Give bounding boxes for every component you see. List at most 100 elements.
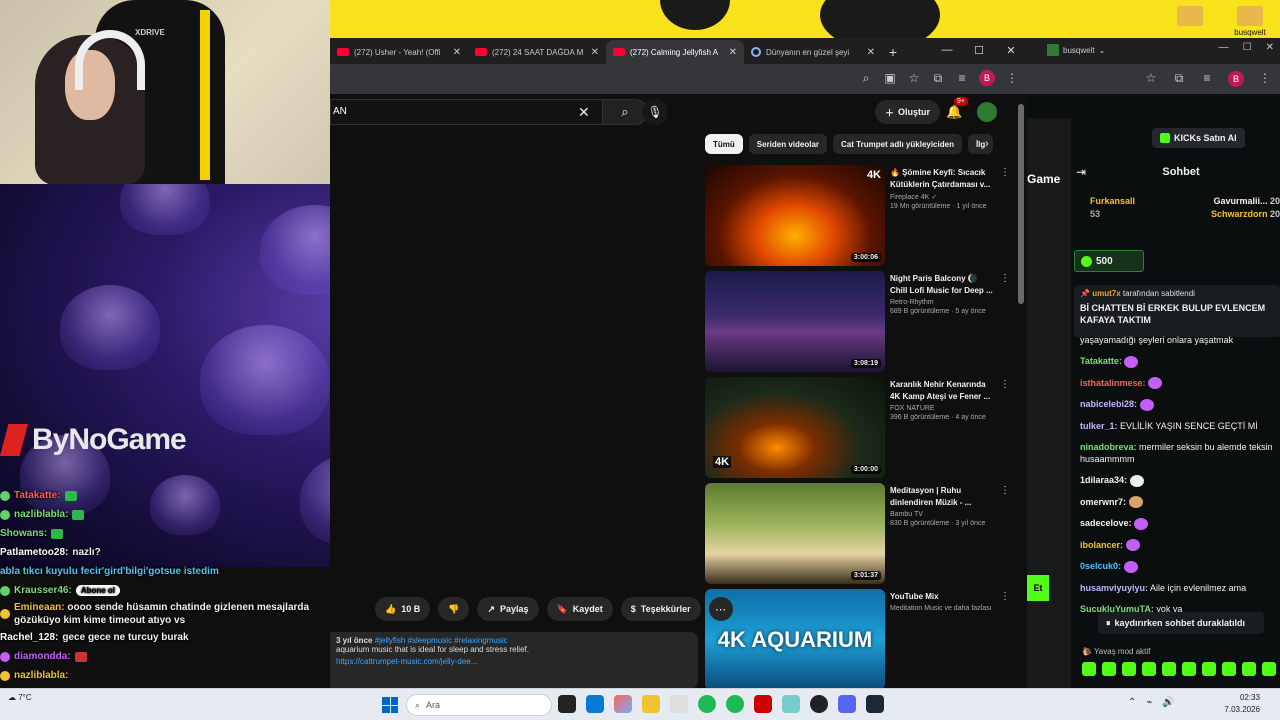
minimize-icon[interactable]: — (1219, 42, 1229, 53)
video-thumbnail[interactable]: 4K 3:00:00 (705, 377, 885, 478)
star-icon[interactable]: ☆ (1144, 71, 1158, 85)
chevron-right-icon[interactable]: › (985, 138, 989, 150)
channel-name[interactable]: Bambu TV (890, 511, 995, 518)
video-title[interactable]: Karanlık Nehir Kenarında 4K Kamp Ateşi v… (890, 379, 995, 403)
channel-name[interactable]: Meditation Music ve daha fazlası (890, 605, 995, 612)
copilot-icon[interactable] (614, 695, 632, 713)
emote-button[interactable] (1082, 662, 1096, 676)
emote-button[interactable] (1222, 662, 1236, 676)
channel-name[interactable]: Fireplace 4K ✓ (890, 193, 995, 201)
channel-name[interactable]: FOX NATURE (890, 405, 995, 412)
video-title[interactable]: 🔥 Şömine Keyfi: Sıcacık Kütüklerin Çatır… (890, 167, 995, 191)
emote-button[interactable] (1162, 662, 1176, 676)
list-item[interactable]: 3:01:37 Meditasyon | Ruhu dinlendiren Mü… (705, 483, 1015, 589)
close-icon[interactable]: ✕ (1266, 42, 1274, 53)
more-options-icon[interactable]: ⋮ (1000, 167, 1010, 178)
close-tab-icon[interactable]: ✕ (453, 47, 461, 58)
edge-icon[interactable] (586, 695, 604, 713)
media-icon[interactable]: ≡ (955, 71, 969, 85)
profile-avatar[interactable]: B (1228, 71, 1244, 87)
chevron-down-icon[interactable]: ⌄ (1099, 46, 1106, 55)
description-link[interactable]: https://cattrumpet-music.com/jelly-dee..… (336, 657, 692, 666)
emote-button[interactable] (1122, 662, 1136, 676)
close-tab-icon[interactable]: ✕ (729, 47, 737, 58)
chat-paused-banner[interactable]: ⏸ kaydırırken sohbet duraklatıldı (1098, 612, 1264, 634)
steam-icon[interactable] (866, 695, 884, 713)
list-item[interactable]: 4K AQUARIUM YouTube Mix Meditation Music… (705, 589, 1015, 695)
video-thumbnail[interactable]: 3:08:19 (705, 271, 885, 372)
pinned-message[interactable]: 📌 umut7x tarafından sabitlendi Bİ CHATTE… (1074, 285, 1280, 337)
obs-icon[interactable] (810, 695, 828, 713)
network-icon[interactable]: ⌁ (1146, 697, 1152, 708)
menu-icon[interactable]: ⋮ (1005, 71, 1019, 85)
extensions-icon[interactable]: ⧉ (931, 71, 945, 85)
browser-tab-active[interactable]: (272) Calming Jellyfish A ✕ (606, 40, 744, 64)
emote-button[interactable] (1262, 662, 1276, 676)
subscribe-button[interactable]: Abone ol (75, 585, 121, 596)
chip-all[interactable]: Tümü (705, 134, 743, 154)
more-actions-button[interactable]: ⋯ (708, 597, 733, 621)
buy-kicks-button[interactable]: KICKs Satın Al (1152, 128, 1245, 148)
voice-search-button[interactable]: 🎙 (642, 99, 668, 125)
chip-series[interactable]: Seriden videolar (748, 134, 828, 154)
chip-related[interactable]: İlg (967, 134, 994, 154)
more-options-icon[interactable]: ⋮ (1000, 273, 1010, 284)
browser-tab[interactable]: Dünyanın en güzel şeyi ✕ (744, 40, 882, 64)
more-options-icon[interactable]: ⋮ (1000, 379, 1010, 390)
task-view-icon[interactable] (558, 695, 576, 713)
file-explorer-icon[interactable] (642, 695, 660, 713)
more-options-icon[interactable]: ⋮ (1000, 485, 1010, 496)
list-item[interactable]: 3:08:19 Night Paris Balcony 🌘 Chill Lofi… (705, 271, 1015, 377)
app-icon[interactable] (754, 695, 772, 713)
app-icon[interactable] (670, 695, 688, 713)
video-thumbnail[interactable]: 4K 3:00:06 (705, 165, 885, 266)
app-icon[interactable] (782, 695, 800, 713)
emote-button[interactable] (1202, 662, 1216, 676)
create-button[interactable]: ＋ Oluştur (875, 100, 941, 124)
browser-tab[interactable]: (272) 24 SAAT DAĞDA M ✕ (468, 40, 606, 64)
video-title[interactable]: Night Paris Balcony 🌘 Chill Lofi Music f… (890, 273, 995, 297)
browser-tab[interactable]: (272) Usher - Yeah! (Offi ✕ (330, 40, 468, 64)
zoom-icon[interactable]: ⌕ (859, 71, 873, 85)
chevron-up-icon[interactable]: ⌃ (1128, 697, 1136, 708)
scrollbar[interactable] (1018, 104, 1024, 304)
emote-button[interactable] (1102, 662, 1116, 676)
discord-icon[interactable] (838, 695, 856, 713)
kicks-balance[interactable]: 500 (1074, 250, 1144, 272)
weather-widget[interactable]: ☁ 7°C (8, 693, 32, 702)
avatar[interactable] (977, 102, 997, 122)
more-options-icon[interactable]: ⋮ (1000, 591, 1010, 602)
close-icon[interactable]: ✕ (995, 38, 1027, 62)
volume-icon[interactable]: 🔊 (1162, 697, 1174, 708)
video-thumbnail[interactable]: 3:01:37 (705, 483, 885, 584)
star-icon[interactable]: ☆ (907, 71, 921, 85)
new-tab-button[interactable]: + (882, 40, 904, 64)
share-button[interactable]: ↗ Paylaş (477, 597, 539, 621)
taskbar-search[interactable]: ⌕ Ara (406, 694, 552, 716)
maximize-icon[interactable]: ☐ (1243, 42, 1252, 53)
emote-button[interactable] (1242, 662, 1256, 676)
emote-button[interactable] (1182, 662, 1196, 676)
like-button[interactable]: 👍 10 B (375, 597, 431, 621)
dislike-button[interactable]: 👎 (438, 597, 470, 621)
start-button[interactable] (382, 697, 398, 713)
profile-avatar[interactable]: B (979, 70, 995, 86)
follow-button[interactable]: Et (1027, 575, 1049, 601)
minimize-icon[interactable]: — (931, 38, 963, 62)
chip-uploader[interactable]: Cat Trumpet adlı yükleyiciden (833, 134, 962, 154)
video-title[interactable]: YouTube Mix (890, 591, 995, 603)
video-title[interactable]: Meditasyon | Ruhu dinlendiren Müzik - ..… (890, 485, 995, 509)
menu-icon[interactable]: ⋮ (1258, 71, 1272, 85)
list-item[interactable]: 4K 3:00:00 Karanlık Nehir Kenarında 4K K… (705, 377, 1015, 483)
close-tab-icon[interactable]: ✕ (867, 47, 875, 58)
maximize-icon[interactable]: ☐ (963, 38, 995, 62)
system-clock[interactable]: 02:33 7.03.2026 (1200, 692, 1260, 716)
close-tab-icon[interactable]: ✕ (591, 47, 599, 58)
channel-name[interactable]: Retro-Rhythm (890, 299, 995, 306)
thanks-button[interactable]: $ Teşekkürler (620, 597, 701, 621)
extensions-icon[interactable]: ⧉ (1172, 71, 1186, 85)
bell-icon[interactable]: 🔔 (946, 104, 962, 120)
video-description[interactable]: 3 yıl önce #jellyfish #sleepmusic #relax… (330, 632, 698, 689)
cast-icon[interactable]: ▣ (883, 71, 897, 85)
clear-search-icon[interactable]: ✕ (578, 104, 590, 121)
